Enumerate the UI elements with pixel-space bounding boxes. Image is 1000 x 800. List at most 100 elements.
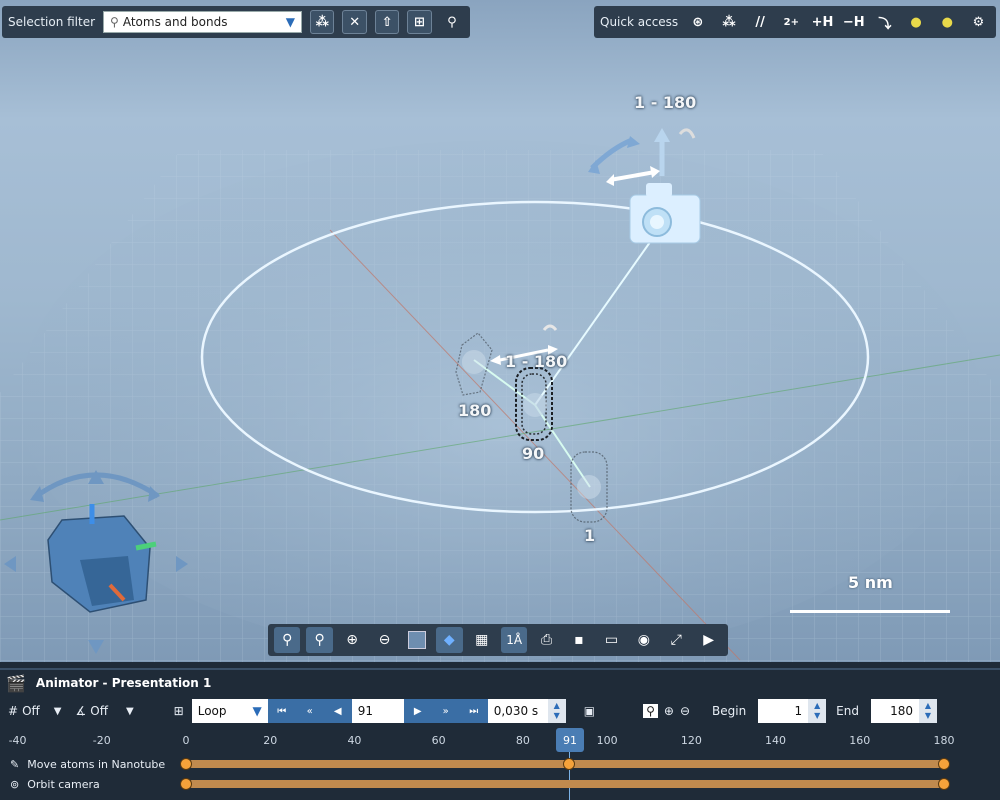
frame-time-input[interactable]: 0,030 s xyxy=(487,699,548,723)
steering-wheel-button[interactable]: ⊛ xyxy=(686,10,709,34)
camera-frame-range: 1 - 180 xyxy=(634,93,697,112)
end-input[interactable]: 180 xyxy=(870,699,919,723)
bond-order-button[interactable]: // xyxy=(749,10,772,34)
select-connected-button[interactable]: ⁂ xyxy=(310,10,335,34)
frame-time-value: 0,030 s xyxy=(493,704,539,718)
fullscreen-button[interactable]: ⤢ xyxy=(663,627,689,653)
spin-down-icon: ▼ xyxy=(924,711,932,720)
ruler-tick-label: 180 xyxy=(933,734,955,747)
find-button[interactable]: ⚲ xyxy=(440,10,464,34)
floor-toggle[interactable]: ▦ xyxy=(469,627,495,653)
skip-start-icon: ⏮ xyxy=(277,705,287,717)
add-animation-icon: ⊞ xyxy=(173,704,184,718)
add-molecule-button[interactable]: ● xyxy=(936,10,959,34)
selection-filter-label: Selection filter xyxy=(8,15,96,29)
cube-icon: ◆ xyxy=(443,632,455,648)
settings-button[interactable]: ⚙ xyxy=(967,10,990,34)
keyframe-marker[interactable] xyxy=(938,778,950,790)
prev-frame-button[interactable]: ◀ xyxy=(323,699,352,723)
pencil-icon: // xyxy=(755,14,765,30)
add-animation-button[interactable]: ⊞ xyxy=(174,704,184,718)
next-keyframe-button[interactable]: » xyxy=(431,699,460,723)
extend-selection-button[interactable]: ⊞ xyxy=(407,10,432,34)
add-atom-button[interactable]: ● xyxy=(905,10,928,34)
add-hydrogens-button[interactable]: +H xyxy=(811,10,834,34)
keyframe-marker[interactable] xyxy=(938,758,950,770)
playhead-marker[interactable]: 91 xyxy=(556,728,584,752)
scale-label: 5 nm xyxy=(848,573,893,592)
grid-icon: # xyxy=(8,704,19,718)
charge-button[interactable]: 2+ xyxy=(780,10,803,34)
magnet-toggle[interactable]: ∡ Off ▼ xyxy=(75,704,133,718)
loop-mode-select[interactable]: Loop ▼ xyxy=(191,699,268,723)
begin-spinner[interactable]: ▲ ▼ xyxy=(808,699,827,723)
track-row[interactable]: ✎ Move atoms in Nanotube xyxy=(0,754,1000,774)
begin-label: Begin xyxy=(712,704,747,718)
zoom-out-button[interactable]: ⊖ xyxy=(371,627,397,653)
minimize-button[interactable]: ⤵ xyxy=(873,10,896,34)
next-frame-button[interactable]: ▶ xyxy=(403,699,432,723)
view-cube-toggle[interactable]: ◆ xyxy=(436,627,463,653)
annotation-button[interactable]: ▪ xyxy=(566,627,592,653)
ruler-tick-label: -20 xyxy=(92,734,111,747)
spin-up-icon: ▲ xyxy=(814,701,821,710)
scene-canvas xyxy=(0,128,1000,662)
prev-keyframe-button[interactable]: « xyxy=(295,699,324,723)
arrow-up-icon: ⇧ xyxy=(381,14,393,30)
select-parent-button[interactable]: ⇧ xyxy=(374,10,400,34)
atom-yellow-icon: ● xyxy=(910,14,922,30)
zoom-out-icon[interactable]: ⊖ xyxy=(680,704,690,718)
atoms-icon: ⚲ xyxy=(110,15,119,29)
zoom-in-button[interactable]: ⊕ xyxy=(339,627,365,653)
3d-viewport[interactable]: 1 - 180 1 - 180 180 90 1 5 nm Selection … xyxy=(0,0,1000,662)
frame-label-90: 90 xyxy=(522,444,545,463)
zoom-selection-button[interactable]: ⚲ xyxy=(306,627,333,653)
keyframe-marker[interactable] xyxy=(180,778,192,790)
ruler-toggle[interactable]: 1Å xyxy=(500,627,528,653)
next-frame-icon: ▶ xyxy=(413,705,422,717)
go-first-button[interactable]: ⏮ xyxy=(267,699,296,723)
begin-input[interactable]: 1 xyxy=(758,699,809,723)
track-bar xyxy=(190,780,945,788)
timeline-ruler[interactable]: -40 -20 0 20 40 60 80 100 120 140 160 180 xyxy=(0,728,1000,752)
add-bonds-button[interactable]: ⁂ xyxy=(717,10,740,34)
go-last-button[interactable]: ⏭ xyxy=(459,699,488,723)
animator-title: Animator - Presentation 1 xyxy=(35,676,212,690)
eye-icon: ◉ xyxy=(637,632,650,648)
expand-icon: ⤢ xyxy=(670,632,682,648)
animator-header: 🎬 Animator - Presentation 1 xyxy=(0,668,1000,696)
frame-label-180: 180 xyxy=(458,401,492,420)
current-frame-input[interactable]: 91 xyxy=(351,699,404,723)
spin-down-icon: ▼ xyxy=(553,711,560,720)
end-spinner[interactable]: ▲ ▼ xyxy=(918,699,937,723)
zoom-fit-icon[interactable]: ⚲ xyxy=(643,704,658,718)
export-video-button[interactable]: ▣ xyxy=(584,704,595,718)
deselect-button[interactable]: ✕ xyxy=(342,10,367,34)
zoom-all-button[interactable]: ⚲ xyxy=(274,627,301,653)
add-hydrogens-label: +H xyxy=(811,14,834,30)
frame-label-1: 1 xyxy=(584,526,596,545)
keyframe-marker[interactable] xyxy=(180,758,192,770)
zoom-all-icon: ⚲ xyxy=(282,632,293,648)
scale-bar xyxy=(790,610,950,613)
zoom-out-icon: ⊖ xyxy=(378,632,391,648)
play-button[interactable]: ▶ xyxy=(695,627,721,653)
selection-filter-select[interactable]: ⚲ Atoms and bonds ▼ xyxy=(103,11,303,33)
zoom-in-icon[interactable]: ⊕ xyxy=(664,704,674,718)
spin-up-icon: ▲ xyxy=(924,701,932,710)
end-label: End xyxy=(836,704,859,718)
remove-hydrogens-button[interactable]: −H xyxy=(842,10,865,34)
prev-keyframe-icon: « xyxy=(306,705,313,717)
move-atoms-icon: ✎ xyxy=(10,757,20,771)
visibility-button[interactable]: ◉ xyxy=(631,627,657,653)
ruler-tick-label: 20 xyxy=(263,734,278,747)
ruler-tick-label: 80 xyxy=(515,734,530,747)
frame-time-spinner[interactable]: ▲ ▼ xyxy=(547,699,566,723)
track-row[interactable]: ⊚ Orbit camera xyxy=(0,774,1000,794)
perspective-button[interactable] xyxy=(404,627,430,653)
presentation-button[interactable]: ▭ xyxy=(598,627,624,653)
loop-mode-value: Loop xyxy=(197,704,227,718)
spin-up-icon: ▲ xyxy=(553,701,560,710)
grid-toggle[interactable]: # Off ▼ xyxy=(8,704,61,718)
screenshot-button[interactable]: ⎙ xyxy=(533,627,559,653)
